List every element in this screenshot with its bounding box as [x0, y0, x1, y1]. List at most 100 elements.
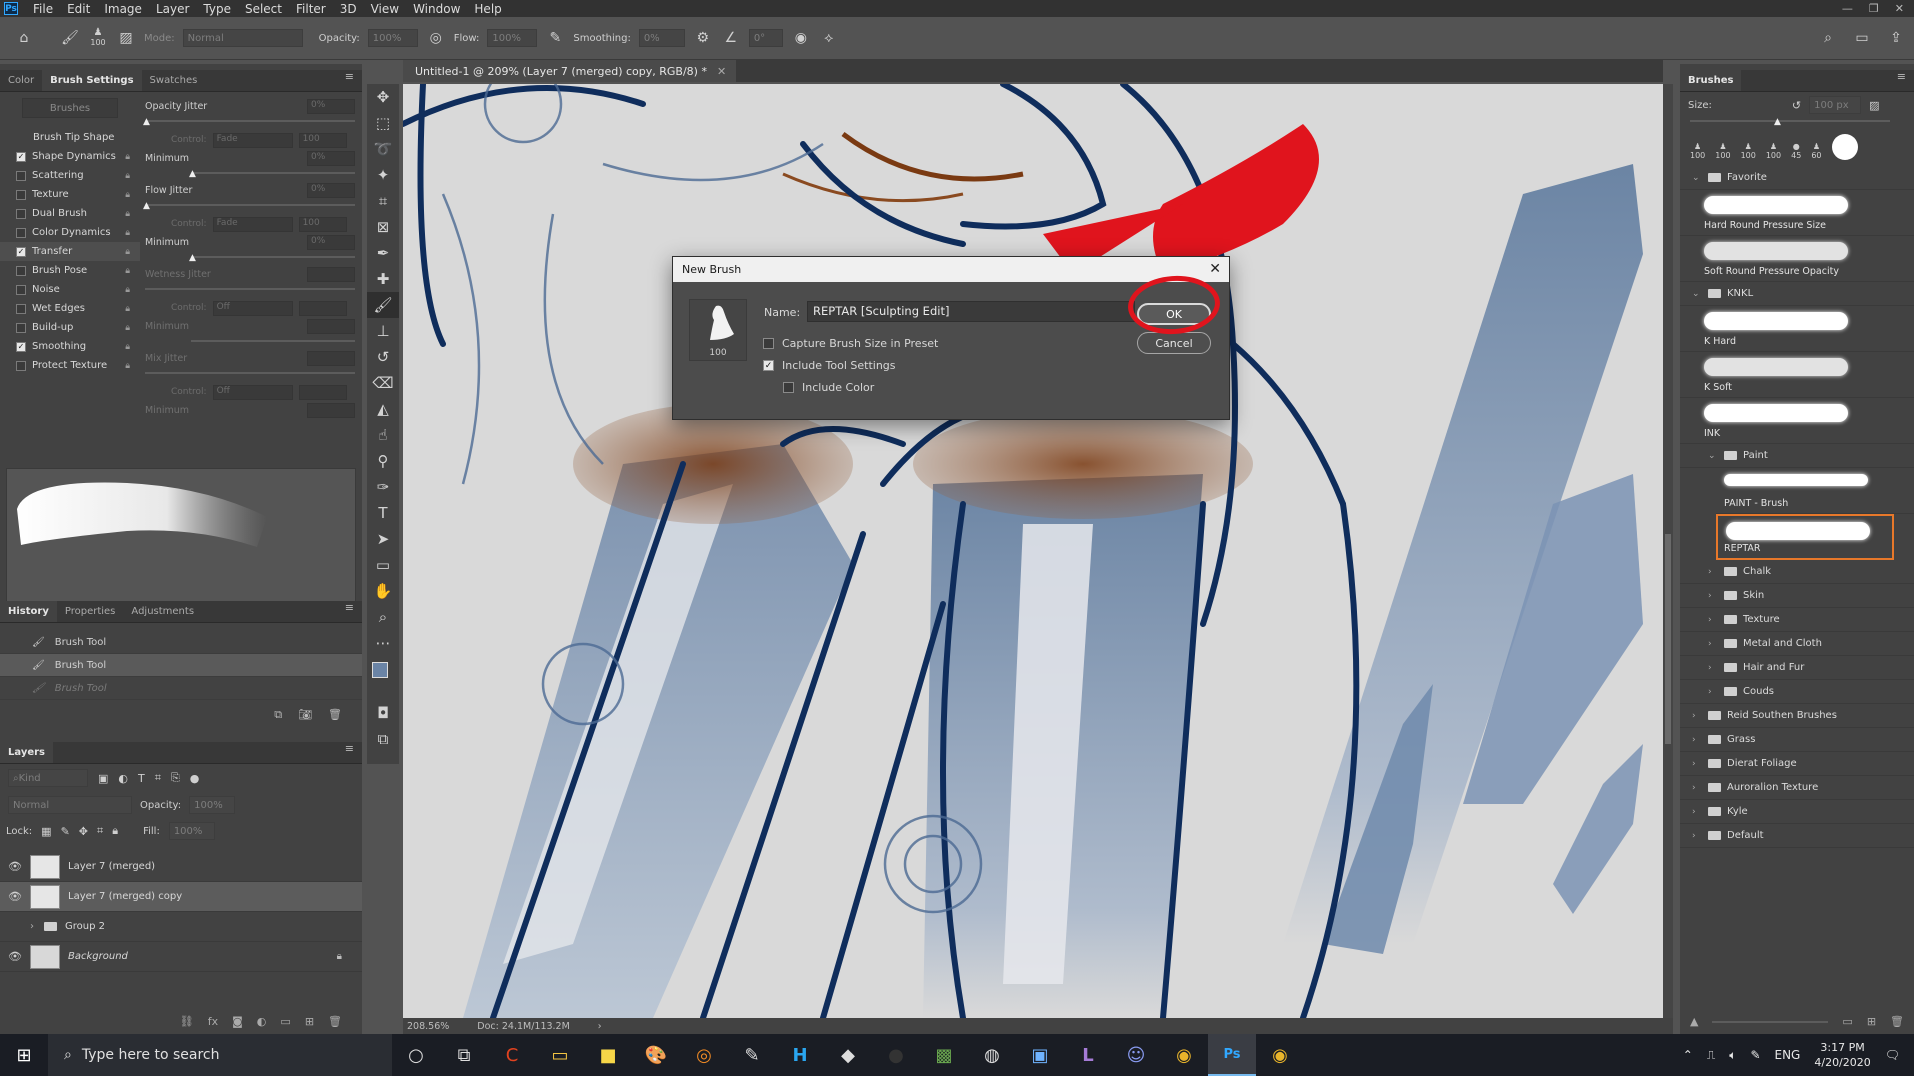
control-select[interactable]: Off	[212, 384, 293, 400]
checkbox-smoothing[interactable]: ✓	[16, 341, 26, 352]
menu-select[interactable]: Select	[238, 2, 289, 16]
menu-filter[interactable]: Filter	[289, 2, 333, 16]
lock-icon[interactable]: 🔒︎	[125, 323, 130, 333]
brush-item[interactable]: INK	[1680, 398, 1914, 444]
cancel-button[interactable]: Cancel	[1137, 332, 1211, 354]
layer-opacity-field[interactable]: 100%	[189, 796, 236, 814]
pressure-opacity-icon[interactable]: ◎	[426, 28, 446, 48]
lasso-tool-icon[interactable]: ➰	[367, 136, 399, 162]
chevron-right-icon[interactable]: ›	[30, 921, 44, 932]
brushes-button[interactable]: Brushes	[22, 98, 118, 118]
lock-icon[interactable]: 🔒︎	[125, 228, 130, 238]
menu-3d[interactable]: 3D	[333, 2, 364, 16]
checkbox-brush-pose[interactable]	[16, 265, 26, 276]
tab-brush-settings[interactable]: Brush Settings	[42, 70, 142, 91]
mix-jitter-field[interactable]	[307, 350, 355, 366]
chevron-right-icon[interactable]: ›	[1708, 591, 1718, 601]
clone-stamp-tool-icon[interactable]: ⊥	[367, 318, 399, 344]
brush-item[interactable]: Hard Round Pressure Size	[1680, 190, 1914, 236]
option-protect-texture[interactable]: Protect Texture 🔒︎	[0, 356, 140, 375]
home-icon[interactable]: ⌂	[14, 28, 34, 48]
dodge-tool-icon[interactable]: ⚲	[367, 448, 399, 474]
menu-layer[interactable]: Layer	[149, 2, 196, 16]
panel-menu-icon[interactable]: ≡	[1897, 70, 1914, 91]
dark-app-icon[interactable]: ●	[872, 1034, 920, 1076]
chevron-right-icon[interactable]: ›	[1692, 807, 1702, 817]
brush-item[interactable]: K Hard	[1680, 306, 1914, 352]
tab-swatches[interactable]: Swatches	[142, 70, 206, 91]
windows-start-icon[interactable]: ⊞	[0, 1034, 48, 1076]
cortana-icon[interactable]: ○	[392, 1034, 440, 1076]
lock-icon[interactable]: 🔒︎	[125, 361, 130, 371]
network-icon[interactable]: ⎍	[1707, 1048, 1715, 1063]
snapshot-camera-icon[interactable]: 📷︎	[298, 708, 312, 722]
slider-handle-icon[interactable]: ▲	[143, 117, 150, 127]
history-item-selected[interactable]: 🖌 Brush Tool	[0, 654, 362, 677]
option-dual-brush[interactable]: Dual Brush 🔒︎	[0, 204, 140, 223]
hand-tool-icon[interactable]: ✋	[367, 578, 399, 604]
option-color-dynamics[interactable]: Color Dynamics 🔒︎	[0, 223, 140, 242]
preview-size-slider-icon[interactable]: ▲	[1690, 1015, 1698, 1028]
lock-icon[interactable]: 🔒︎	[125, 152, 130, 162]
history-brush-tool-icon[interactable]: ↺	[367, 344, 399, 370]
control-select[interactable]: Off	[212, 300, 293, 316]
brush-folder[interactable]: › Kyle	[1680, 800, 1914, 824]
tab-adjustments[interactable]: Adjustments	[123, 601, 202, 622]
checkbox-transfer[interactable]: ✓	[16, 246, 26, 257]
option-smoothing[interactable]: ✓ Smoothing 🔒︎	[0, 337, 140, 356]
chevron-right-icon[interactable]: ›	[1708, 615, 1718, 625]
brush-subfolder[interactable]: › Skin	[1680, 584, 1914, 608]
brush-folder[interactable]: › Dierat Foliage	[1680, 752, 1914, 776]
brush-subfolder[interactable]: › Metal and Cloth	[1680, 632, 1914, 656]
brush-item[interactable]: Soft Round Pressure Opacity	[1680, 236, 1914, 282]
pen-app-icon[interactable]: ✎	[728, 1034, 776, 1076]
screen-mode-icon[interactable]: ⧉	[367, 726, 399, 752]
mix-jitter-slider[interactable]	[145, 372, 355, 374]
brush-name-input[interactable]: REPTAR [Sculpting Edit]	[807, 301, 1135, 322]
marquee-tool-icon[interactable]: ⬚	[367, 110, 399, 136]
airbrush-icon[interactable]: ✎	[545, 28, 565, 48]
minimum-field[interactable]: 0%	[307, 150, 355, 166]
search-icon[interactable]: ⌕	[1818, 28, 1838, 48]
new-layer-icon[interactable]: ⊞	[305, 1015, 314, 1028]
opacity-jitter-slider[interactable]: ▲	[143, 117, 355, 127]
minimum-field[interactable]	[307, 402, 355, 418]
smart-object-filter-icon[interactable]: ⎘	[171, 771, 180, 785]
slider-handle-icon[interactable]: ▲	[189, 253, 196, 263]
quick-mask-icon[interactable]: ◘	[367, 700, 399, 726]
brush-size-slider[interactable]: ▲	[1690, 117, 1890, 127]
brush-folder-knkl[interactable]: ⌄ KNKL	[1680, 282, 1914, 306]
task-view-icon[interactable]: ⧉	[440, 1034, 488, 1076]
capture-brush-size-option[interactable]: Capture Brush Size in Preset	[763, 337, 938, 350]
volume-icon[interactable]: 🔈︎	[1729, 1048, 1736, 1063]
discord-icon[interactable]: ☺	[1112, 1034, 1160, 1076]
mode-select[interactable]: Normal	[182, 29, 303, 47]
preview-size-slider[interactable]	[1712, 1020, 1829, 1023]
sticky-notes-icon[interactable]: ■	[584, 1034, 632, 1076]
chevron-right-icon[interactable]: ›	[1708, 663, 1718, 673]
include-tool-settings-checkbox[interactable]: ✓	[763, 360, 774, 371]
chrome-icon[interactable]: ◉	[1160, 1034, 1208, 1076]
menu-edit[interactable]: Edit	[60, 2, 97, 16]
chevron-right-icon[interactable]: ›	[1692, 831, 1702, 841]
healing-brush-tool-icon[interactable]: ✚	[367, 266, 399, 292]
menu-window[interactable]: Window	[406, 2, 467, 16]
share-icon[interactable]: ⇪	[1886, 28, 1906, 48]
brush-folder[interactable]: › Auroralion Texture	[1680, 776, 1914, 800]
tab-properties[interactable]: Properties	[57, 601, 124, 622]
smudge-tool-icon[interactable]: ☝	[367, 422, 399, 448]
layer-row[interactable]: 👁︎ Background 🔒︎	[0, 942, 362, 972]
new-brush-group-folder-icon[interactable]: ▭	[1842, 1015, 1852, 1028]
brush-subfolder[interactable]: › Hair and Fur	[1680, 656, 1914, 680]
layer-group-row[interactable]: › Group 2	[0, 912, 362, 942]
layer-row-selected[interactable]: 👁︎ Layer 7 (merged) copy	[0, 882, 362, 912]
pen-tool-icon[interactable]: ✑	[367, 474, 399, 500]
visibility-eye-icon[interactable]: 👁︎	[0, 950, 30, 963]
option-scattering[interactable]: Scattering 🔒︎	[0, 166, 140, 185]
chevron-down-icon[interactable]: ⌄	[1692, 173, 1702, 183]
visibility-eye-icon[interactable]: 👁︎	[0, 860, 30, 873]
include-tool-settings-option[interactable]: ✓ Include Tool Settings	[763, 359, 896, 372]
brush-folder-paint[interactable]: ⌄ Paint	[1680, 444, 1914, 468]
type-tool-icon[interactable]: T	[367, 500, 399, 526]
workspace-icon[interactable]: ▭	[1852, 28, 1872, 48]
